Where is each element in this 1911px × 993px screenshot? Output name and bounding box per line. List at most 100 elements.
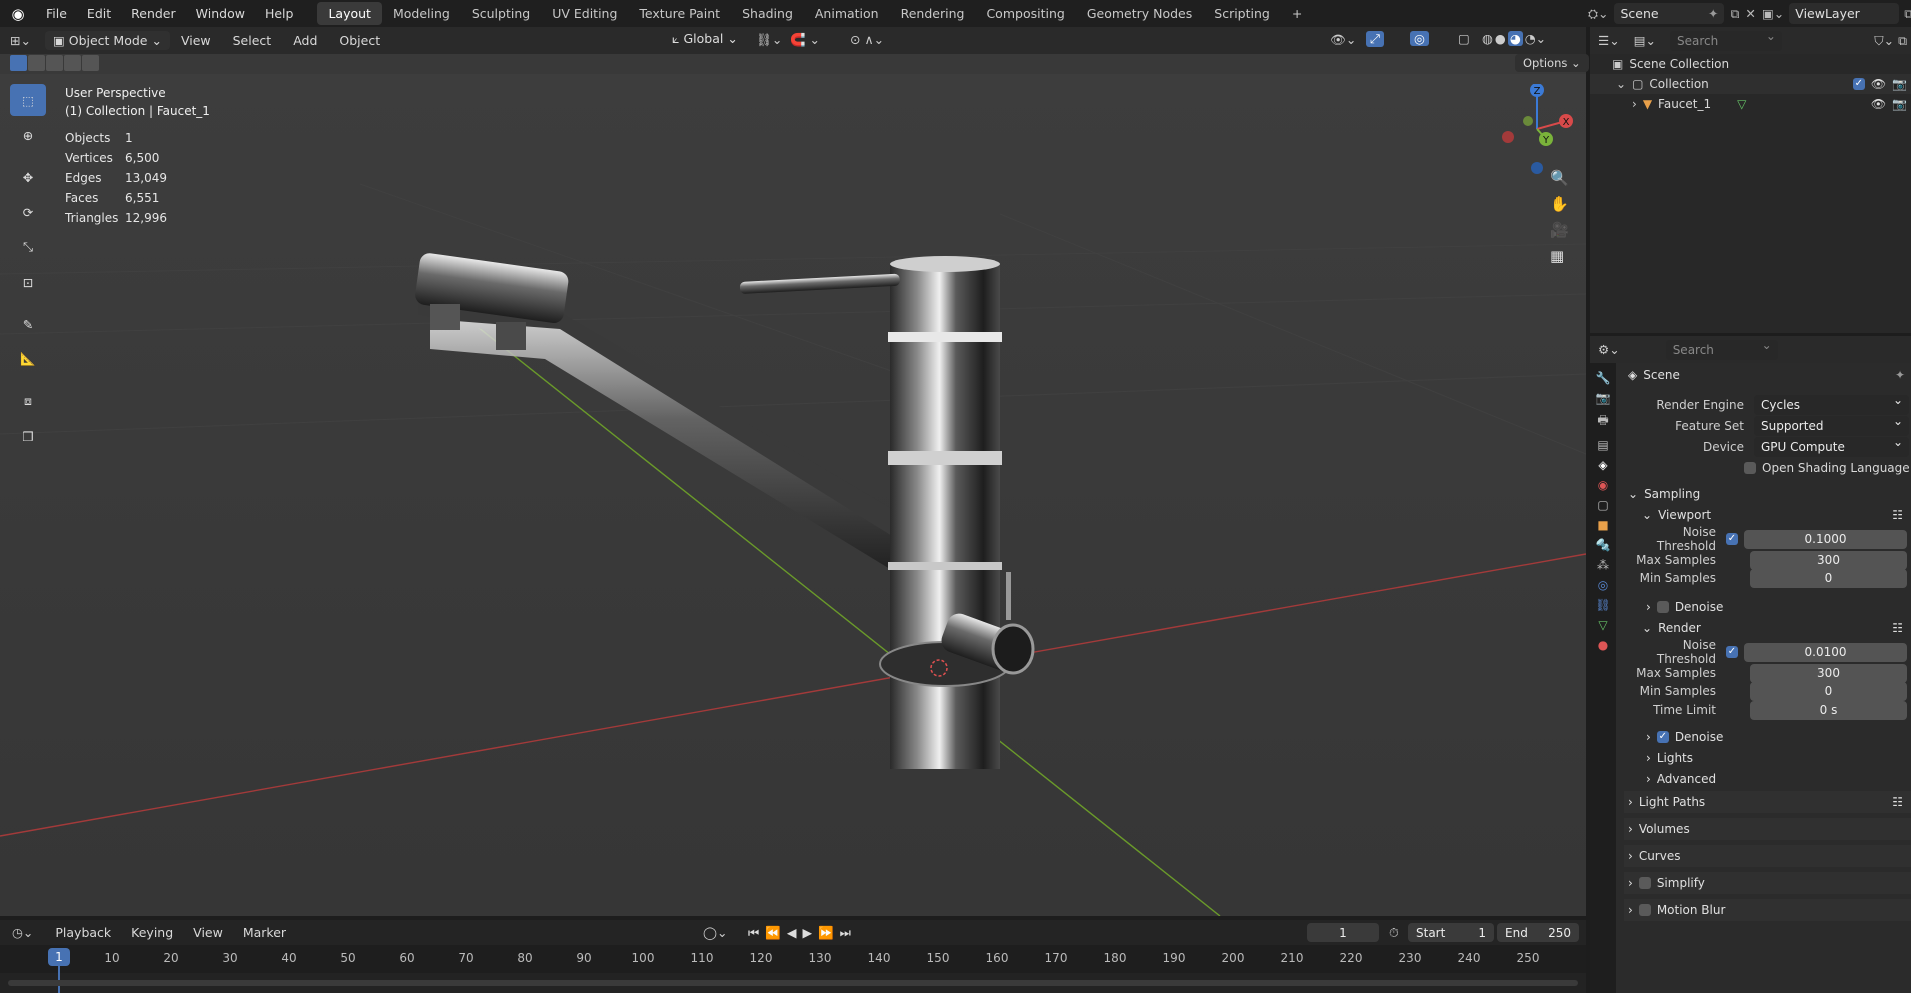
mode-dropdown[interactable]: ▣ Object Mode ⌄ [44,31,170,50]
neg-y-gizmo-icon[interactable] [1523,116,1533,126]
scale-tool-icon[interactable]: ⤡ [10,231,46,263]
play-icon[interactable]: ▶ [802,925,812,941]
camera-view-icon[interactable]: 🎥 [1550,221,1569,239]
feature-set-dropdown[interactable]: Supported [1754,414,1909,436]
xray-icon[interactable]: ▢ [1458,31,1470,46]
collection-checkbox[interactable]: ✓ [1852,78,1865,90]
render-engine-dropdown[interactable]: Cycles [1754,393,1909,415]
r-time-limit-field[interactable]: 0 s [1750,700,1907,720]
particles-tab-icon[interactable]: ⁂ [1597,558,1609,572]
pivot-icon[interactable]: ⛓⌄ [756,32,782,48]
select-new-icon[interactable] [10,55,27,71]
object-render-icon[interactable]: 📷 [1892,97,1911,111]
pan-hand-icon[interactable]: ✋ [1550,195,1569,213]
tab-uv-editing[interactable]: UV Editing [541,2,628,25]
vp-denoise-checkbox[interactable] [1656,601,1669,613]
timeline-menu-view[interactable]: View [183,925,233,940]
material-shading-icon[interactable]: ◕ [1507,31,1523,46]
simplify-checkbox[interactable] [1638,877,1651,889]
modifier-tab-icon[interactable]: 🔩 [1596,538,1611,552]
tab-texture-paint[interactable]: Texture Paint [628,2,731,25]
select-extend-icon[interactable] [28,55,45,71]
play-reverse-icon[interactable]: ◀ [787,925,797,941]
volumes-panel-header[interactable]: › Volumes [1624,818,1911,840]
rendered-shading-icon[interactable]: ◔⌄ [1525,31,1546,46]
r-noise-threshold-field[interactable]: 0.0100 [1744,642,1907,662]
tab-layout[interactable]: Layout [317,2,382,25]
menu-add[interactable]: Add [282,33,328,48]
expand-object-icon[interactable]: › [1632,97,1637,111]
pin-context-icon[interactable]: ✦ [1895,368,1911,382]
auto-key-icon[interactable]: ◯⌄ [703,925,727,940]
visibility-icon[interactable]: 👁⌄ [1330,32,1356,48]
collection-render-icon[interactable]: 📷 [1892,77,1911,91]
data-tab-icon[interactable]: ▽ [1598,618,1607,632]
device-dropdown[interactable]: GPU Compute [1754,435,1909,457]
tab-rendering[interactable]: Rendering [890,2,976,25]
select-box-tool-icon[interactable]: ⬚ [10,84,46,116]
scene-tab-icon[interactable]: ◈ [1598,458,1607,472]
jump-start-icon[interactable]: ⏮ [748,925,759,941]
blender-logo-icon[interactable]: ◉ [0,5,36,23]
frame-ruler[interactable]: 1102030405060708090100110120130140150160… [0,945,1586,973]
timeline-scrollbar[interactable] [8,980,1578,986]
tab-modeling[interactable]: Modeling [382,2,461,25]
cursor-tool-icon[interactable]: ⊕ [10,119,46,151]
tab-animation[interactable]: Animation [804,2,890,25]
start-frame-field[interactable]: Start 1 [1408,923,1494,942]
render-subpanel-header[interactable]: ⌄ Render ☷ [1624,617,1911,639]
osl-checkbox[interactable] [1744,462,1756,474]
r-denoise-checkbox[interactable]: ✓ [1656,731,1669,743]
sampling-panel-header[interactable]: ⌄ Sampling [1624,483,1911,505]
snap-icon[interactable]: 🧲 ⌄ [790,32,820,48]
r-denoise-subpanel-header[interactable]: › ✓ Denoise [1624,726,1911,748]
current-frame-field[interactable]: 1 [1307,923,1379,942]
gizmo-toggle-icon[interactable]: ⤢ [1366,31,1385,47]
render-presets-icon[interactable]: ☷ [1892,621,1911,635]
outliner-editor-icon[interactable]: ☰⌄ [1590,33,1628,48]
light-paths-presets-icon[interactable]: ☷ [1892,795,1911,809]
tool-tab-icon[interactable]: 🔧 [1596,371,1611,385]
add-workspace-button[interactable]: + [1281,2,1313,25]
menu-view[interactable]: View [170,33,222,48]
render-tab-icon[interactable]: 📷 [1596,391,1611,405]
menu-select[interactable]: Select [222,33,283,48]
menu-window[interactable]: Window [186,6,255,21]
expand-collection-icon[interactable]: ⌄ [1616,77,1626,91]
vp-denoise-subpanel-header[interactable]: › Denoise [1624,596,1911,618]
wireframe-shading-icon[interactable]: ◍ [1482,31,1493,46]
constraints-tab-icon[interactable]: ⛓ [1595,598,1610,612]
timeline-menu-marker[interactable]: Marker [233,925,296,940]
annotate-tool-icon[interactable]: ✎ [10,308,46,340]
neg-x-gizmo-icon[interactable] [1502,131,1514,143]
outliner-search-input[interactable]: Search [1669,29,1782,51]
solid-shading-icon[interactable]: ● [1495,31,1506,46]
world-tab-icon[interactable]: ◉ [1598,478,1608,492]
properties-search-input[interactable]: Search [1665,338,1778,360]
zoom-icon[interactable]: 🔍 [1550,169,1569,187]
new-collection-icon[interactable]: ⧉ [1898,33,1911,49]
3d-viewport[interactable]: ⬚ ⊕ ✥ ⟳ ⤡ ⊡ ✎ 📐 ⧈ ❒ User Perspective (1)… [0,74,1586,916]
motion-blur-panel-header[interactable]: › Motion Blur [1624,899,1911,921]
filter-icon[interactable]: ⛉⌄ [1874,33,1898,49]
menu-help[interactable]: Help [255,6,304,21]
physics-tab-icon[interactable]: ◎ [1598,578,1608,592]
viewport-presets-icon[interactable]: ☷ [1892,508,1911,522]
collection-visibility-icon[interactable]: 👁 [1871,77,1886,91]
neg-z-gizmo-icon[interactable] [1531,162,1543,174]
measure-tool-icon[interactable]: 📐 [10,343,46,375]
next-keyframe-icon[interactable]: ⏩ [818,925,834,941]
timeline-editor-icon[interactable]: ◷⌄ [0,925,45,940]
proportional-edit-icon[interactable]: ⊙ ∧⌄ [850,32,884,47]
simplify-panel-header[interactable]: › Simplify [1624,872,1911,894]
viewport-subpanel-header[interactable]: ⌄ Viewport ☷ [1624,504,1911,526]
menu-edit[interactable]: Edit [77,6,121,21]
properties-editor-icon[interactable]: ⚙⌄ [1590,342,1628,357]
outliner-row-scene-collection[interactable]: ▣ Scene Collection [1612,54,1729,74]
r-noise-threshold-checkbox[interactable]: ✓ [1726,646,1738,658]
vp-noise-threshold-field[interactable]: 0.1000 [1744,529,1907,549]
transform-tool-icon[interactable]: ⊡ [10,266,46,298]
select-subtract-icon[interactable] [46,55,63,71]
clock-icon[interactable]: ⏱ [1389,925,1399,941]
outliner-row-collection[interactable]: ⌄ ▢ Collection ✓ 👁 📷 [1590,74,1911,94]
